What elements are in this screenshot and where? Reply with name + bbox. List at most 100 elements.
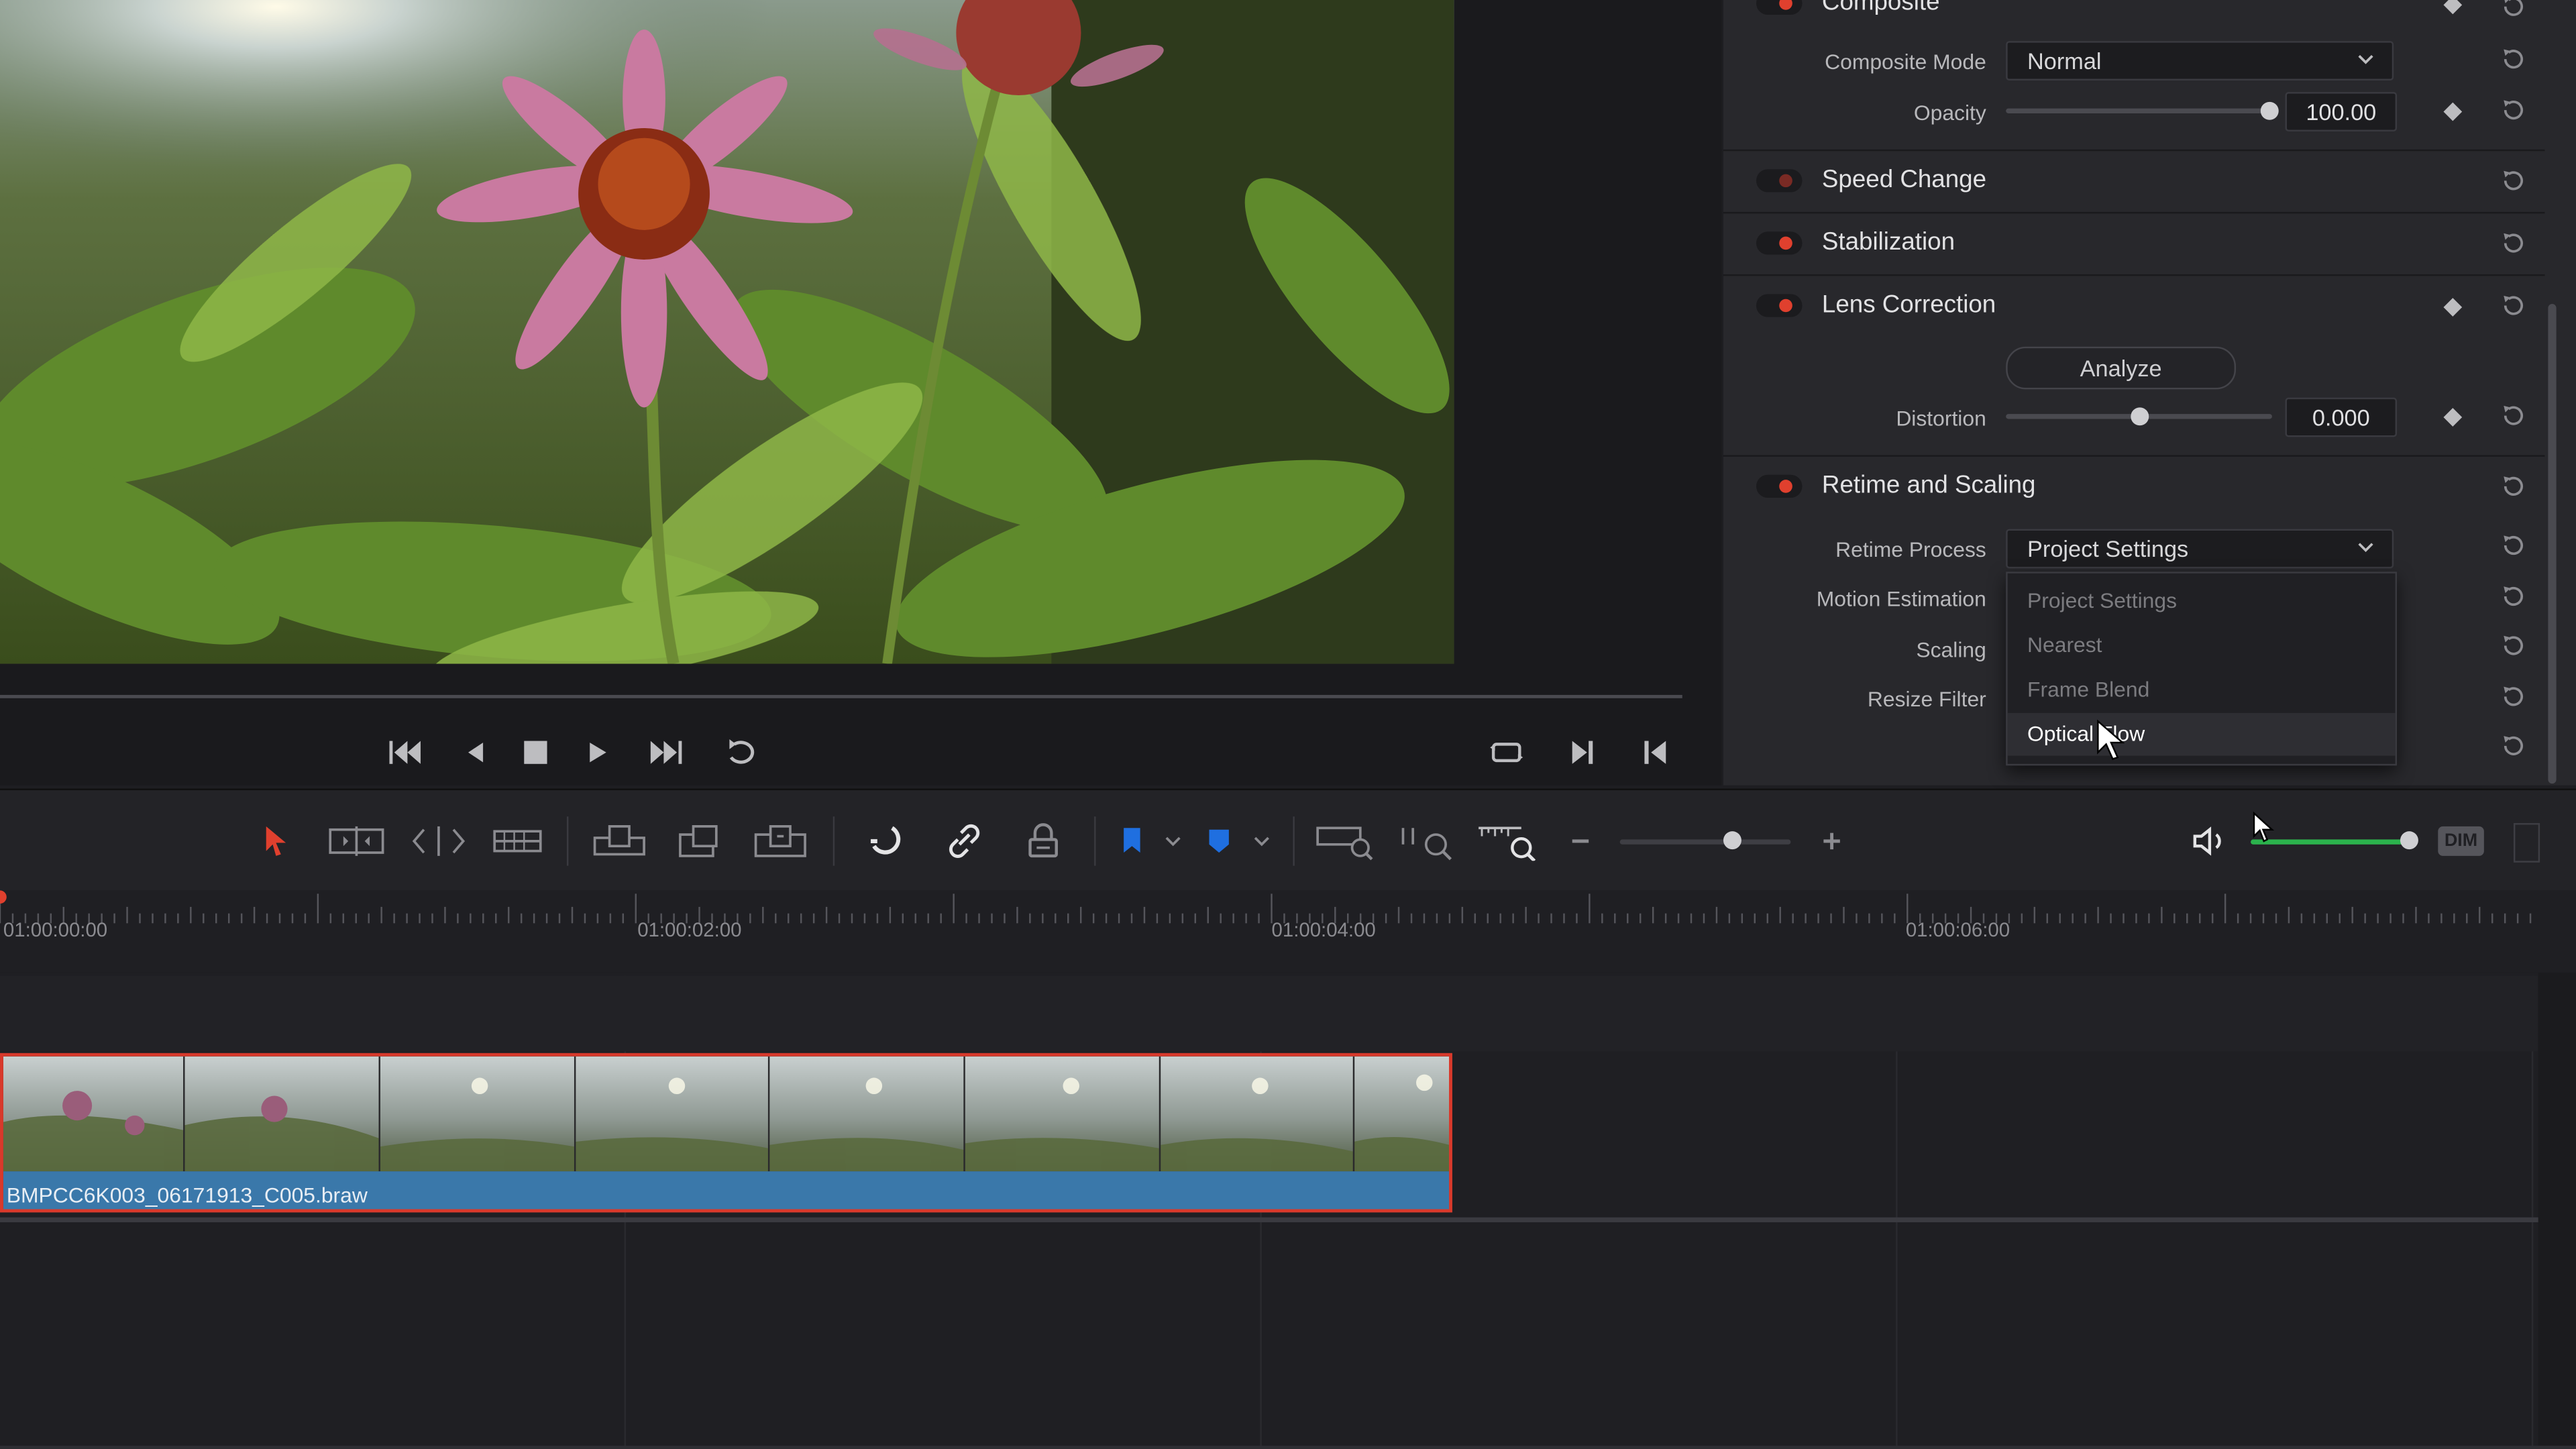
composite-mode-reset-icon[interactable] [2500,46,2526,72]
scaling-label: Scaling [1916,637,1986,662]
lens-correction-toggle[interactable] [1756,294,1803,317]
volume-knob[interactable] [2400,831,2418,850]
distortion-value-field[interactable]: 0.000 [2285,397,2398,437]
distortion-label: Distortion [1896,405,1986,431]
replace-clip-button[interactable] [749,820,812,863]
stop-icon [524,741,547,764]
viewer-scrubber[interactable] [0,694,1682,698]
match-frame-button[interactable] [1485,731,1528,774]
motion-estimation-reset-icon[interactable] [2500,583,2526,609]
dim-button[interactable]: DIM [2438,826,2484,856]
video-track-empty[interactable] [0,975,2538,1052]
zoom-out-button[interactable] [1567,820,1593,863]
secondary-cursor-icon [2253,811,2275,843]
retime-scaling-section-header[interactable]: Retime and Scaling [1723,455,2545,518]
insert-clip-button[interactable] [588,820,651,863]
full-extent-zoom-button[interactable] [1314,820,1377,863]
distortion-reset-icon[interactable] [2500,402,2526,429]
minus-icon [1572,839,1589,843]
flag-button[interactable] [1117,820,1146,863]
menu-item-frame-blend[interactable]: Frame Blend [2008,669,2396,712]
retime-process-reset-icon[interactable] [2500,532,2526,558]
zoom-in-button[interactable] [1819,820,1845,863]
composite-section-header[interactable]: Composite [1723,0,2545,33]
scaling-reset-icon[interactable] [2500,633,2526,659]
opacity-slider-knob[interactable] [2260,101,2279,120]
speed-change-toggle[interactable] [1756,169,1803,193]
composite-toggle[interactable] [1756,0,1803,15]
play-button[interactable] [577,731,620,774]
linked-selection-button[interactable] [943,820,986,863]
retime-process-dropdown[interactable]: Project Settings [2006,529,2394,569]
timeline-bottom-border [0,1446,2576,1449]
retime-scaling-toggle[interactable] [1756,474,1803,498]
trim-edit-tool-button[interactable] [325,820,388,863]
retime-process-label: Retime Process [1835,537,1986,562]
retime-extra-reset-icon[interactable] [2500,733,2526,759]
previous-edit-button[interactable] [1635,731,1678,774]
flag-dropdown-button[interactable] [1161,820,1184,863]
menu-item-label: Frame Blend [2027,676,2150,702]
speed-change-reset-icon[interactable] [2500,168,2526,194]
retime-scaling-reset-icon[interactable] [2500,473,2526,499]
video-frame[interactable] [0,0,1454,664]
motion-estimation-label: Motion Estimation [1816,586,1986,612]
stabilization-toggle[interactable] [1756,231,1803,255]
menu-item-project-settings[interactable]: Project Settings [2008,580,2396,623]
speed-change-title: Speed Change [1821,166,1987,194]
opacity-keyframe-icon[interactable] [2443,102,2463,121]
timecode-label: 01:00:02:00 [637,918,742,942]
toolbar-separator [1293,816,1295,866]
stop-button[interactable] [515,731,557,774]
inspector-scrollbar[interactable] [2548,304,2557,784]
jump-to-end-button[interactable] [644,731,687,774]
custom-zoom-button[interactable] [1475,820,1538,863]
audio-meter-toggle[interactable] [2513,822,2540,863]
opacity-slider[interactable] [2006,108,2269,113]
chevron-down-icon [2358,54,2373,64]
opacity-reset-icon[interactable] [2500,97,2526,123]
mouse-cursor-icon [2097,719,2125,760]
match-frame-icon [1490,743,1523,763]
snapping-button[interactable] [864,820,907,863]
dynamic-trim-tool-button[interactable] [407,820,470,863]
stabilization-reset-icon[interactable] [2500,230,2526,256]
selection-tool-button[interactable] [260,820,292,863]
lens-correction-reset-icon[interactable] [2500,292,2526,319]
stabilization-section-header[interactable]: Stabilization [1723,211,2545,274]
blade-tool-button[interactable] [490,820,545,863]
composite-keyframe-icon[interactable] [2443,0,2463,15]
lens-correction-keyframe-icon[interactable] [2443,298,2463,317]
lens-correction-section-header[interactable]: Lens Correction [1723,274,2545,337]
analyze-button[interactable]: Analyze [2006,346,2237,390]
distortion-keyframe-icon[interactable] [2443,408,2463,427]
position-lock-button[interactable] [1022,820,1065,863]
clip-name-bar: BMPCC6K003_06171913_C005.braw [3,1171,1450,1210]
speaker-button[interactable] [2188,820,2231,863]
opacity-value-field[interactable]: 100.00 [2285,92,2398,131]
resize-filter-reset-icon[interactable] [2500,684,2526,710]
timeline-zoom-slider[interactable] [1619,839,1791,845]
menu-item-optical-flow[interactable]: Optical Flow [2007,712,2396,756]
timeline-clip[interactable]: BMPCC6K003_06171913_C005.braw [0,1053,1452,1213]
menu-item-nearest[interactable]: Nearest [2008,625,2396,667]
distortion-slider-knob[interactable] [2131,407,2149,426]
loop-button[interactable] [721,731,764,774]
replace-clip-icon [754,825,806,857]
overwrite-clip-button[interactable] [674,820,726,863]
marker-dropdown-button[interactable] [1250,820,1273,863]
speed-change-section-header[interactable]: Speed Change [1723,149,2545,212]
timeline-ruler[interactable]: 01:00:00:00 01:00:02:00 01:00:04:00 01:0… [0,890,2538,973]
play-reverse-button[interactable] [453,731,496,774]
speaker-icon [2193,826,2221,856]
timeline-vertical-scroll[interactable] [2538,972,2576,1449]
composite-mode-dropdown[interactable]: Normal [2006,41,2394,81]
detail-zoom-button[interactable] [1397,820,1459,863]
timeline-zoom-knob[interactable] [1722,831,1741,850]
track-divider[interactable] [0,1217,2576,1223]
composite-reset-icon[interactable] [2500,0,2526,19]
next-edit-button[interactable] [1561,731,1604,774]
ruler-ticks [0,894,2532,924]
marker-button[interactable] [1204,820,1234,863]
jump-to-start-button[interactable] [384,731,427,774]
